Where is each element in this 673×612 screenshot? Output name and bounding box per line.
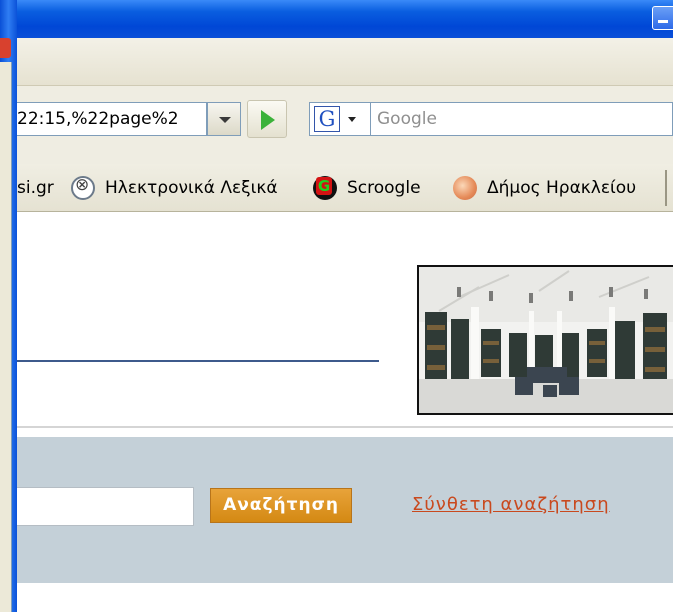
navigation-toolbar: 22:15,%22page%2 G Google bbox=[17, 86, 673, 164]
header-divider bbox=[17, 360, 379, 362]
library-photo bbox=[417, 265, 673, 415]
dimos-icon bbox=[453, 176, 477, 200]
google-icon: G bbox=[314, 106, 340, 132]
page-content-area bbox=[17, 583, 673, 612]
minimize-button[interactable] bbox=[652, 6, 673, 30]
bookmark-scroogle[interactable]: Scroogle bbox=[347, 174, 421, 202]
dictionary-icon bbox=[71, 175, 95, 200]
chevron-down-icon bbox=[348, 117, 356, 122]
bookmark-label: Ηλεκτρονικά Λεξικά bbox=[105, 178, 278, 198]
close-button[interactable] bbox=[0, 38, 11, 58]
bookmark-label: si.gr bbox=[17, 178, 54, 198]
bookmark-label: Scroogle bbox=[347, 178, 421, 198]
bookmark-dictionaries[interactable]: Ηλεκτρονικά Λεξικά bbox=[105, 174, 278, 202]
advanced-search-link[interactable]: Σύνθετη αναζήτηση bbox=[412, 494, 610, 515]
background-window-body bbox=[0, 62, 12, 612]
section-divider bbox=[17, 426, 673, 436]
address-bar[interactable]: 22:15,%22page%2 bbox=[17, 102, 207, 136]
search-button[interactable]: Αναζήτηση bbox=[210, 488, 352, 523]
bookmarks-toolbar: si.gr Ηλεκτρονικά Λεξικά Scroogle Δήμος … bbox=[17, 164, 673, 212]
browser-search-input[interactable]: Google bbox=[371, 102, 673, 136]
bookmark-dimos-irakleiou[interactable]: Δήμος Ηρακλείου bbox=[487, 174, 636, 202]
catalog-search-input[interactable] bbox=[17, 487, 194, 526]
bookmark-label: Δήμος Ηρακλείου bbox=[487, 178, 637, 198]
toolbar-overflow-edge bbox=[665, 170, 673, 206]
library-interior-image bbox=[419, 267, 673, 413]
menu-bar bbox=[17, 38, 673, 86]
scroogle-icon bbox=[313, 176, 337, 200]
address-history-dropdown[interactable] bbox=[207, 102, 241, 136]
search-engine-selector[interactable]: G bbox=[309, 102, 371, 136]
bookmark-si-gr[interactable]: si.gr bbox=[17, 174, 54, 202]
go-button[interactable] bbox=[247, 100, 287, 138]
window-title-bar bbox=[0, 0, 673, 38]
